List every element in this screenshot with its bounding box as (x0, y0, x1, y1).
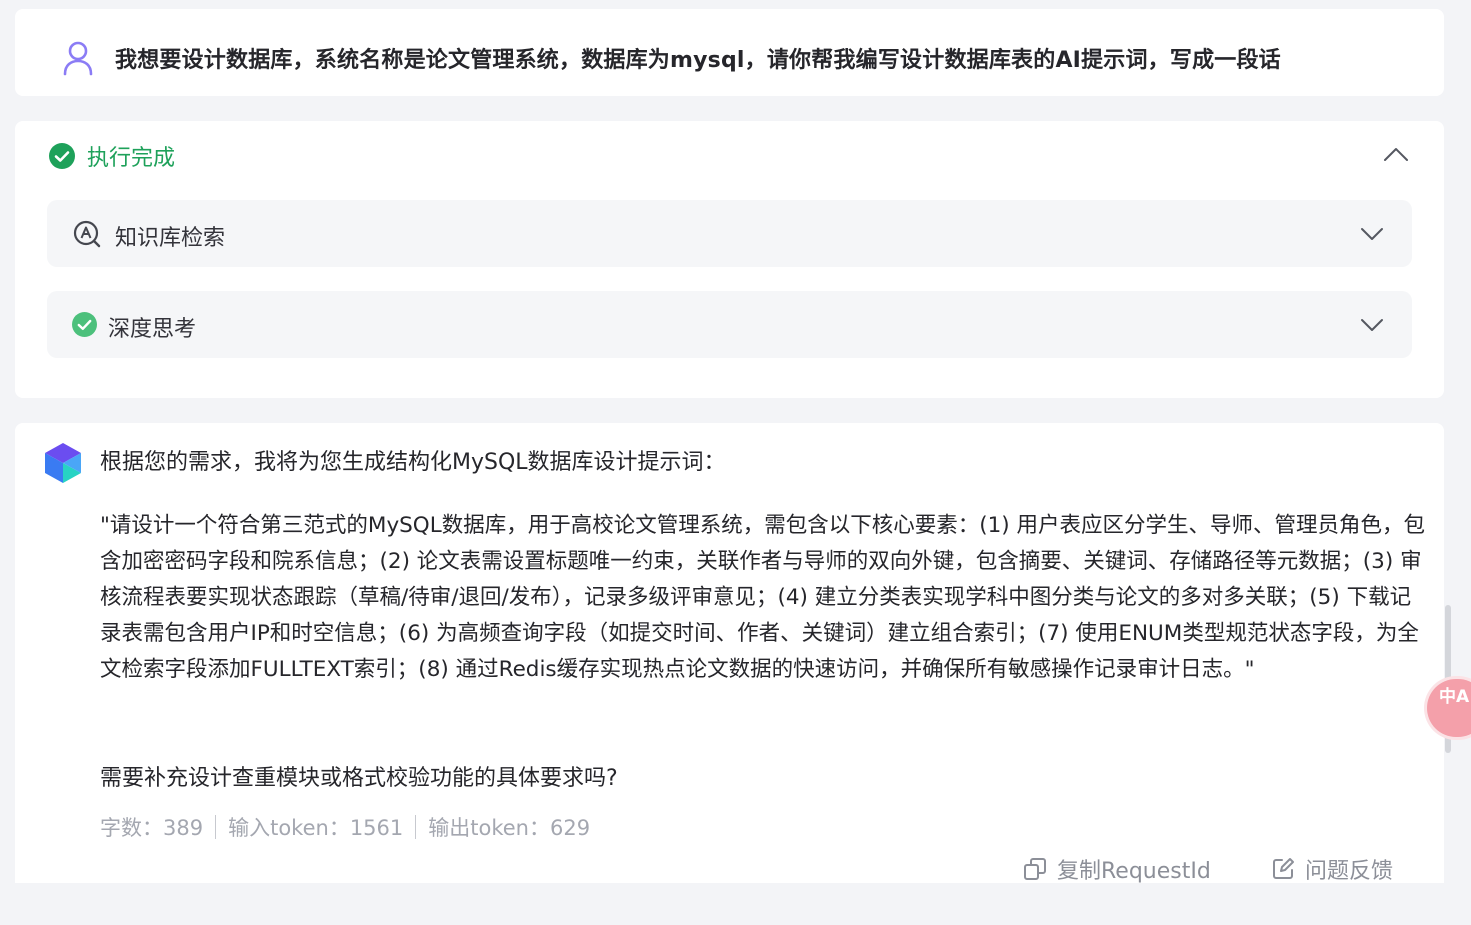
chevron-down-icon[interactable] (1359, 315, 1385, 335)
chevron-down-icon[interactable] (1359, 224, 1385, 244)
chevron-up-icon[interactable] (1382, 143, 1410, 167)
translate-icon: 中A (1439, 687, 1470, 707)
check-circle-icon (49, 143, 75, 169)
answer-card: 根据您的需求，我将为您生成结构化MySQL数据库设计提示词： "请设计一个符合第… (15, 423, 1444, 885)
copy-request-id-label: 复制RequestId (1057, 859, 1211, 884)
stat-output-tokens: 输出token：629 (428, 816, 591, 840)
answer-follow-up-question: 需要补充设计查重模块或格式校验功能的具体要求吗? (100, 766, 618, 791)
step-deep-thinking[interactable]: 深度思考 (47, 291, 1412, 358)
copy-icon (1024, 858, 1046, 880)
ai-assistant-logo-icon (45, 443, 81, 483)
user-message-text: 我想要设计数据库，系统名称是论文管理系统，数据库为mysql，请你帮我编写设计数… (115, 48, 1281, 73)
edit-icon (1273, 858, 1294, 879)
execution-card: 执行完成 知识库检索 深度思考 (15, 121, 1444, 398)
stat-divider (215, 815, 217, 839)
stat-divider (415, 815, 417, 839)
stat-char-count: 字数：389 (100, 816, 204, 840)
knowledge-search-icon (73, 220, 101, 248)
answer-prompt-text: "请设计一个符合第三范式的MySQL数据库，用于高校论文管理系统，需包含以下核心… (100, 513, 1426, 682)
execution-status: 执行完成 (49, 141, 175, 171)
copy-request-id-button[interactable]: 复制RequestId (1023, 853, 1211, 885)
step-knowledge-search[interactable]: 知识库检索 (47, 200, 1412, 267)
feedback-button[interactable]: 问题反馈 (1271, 853, 1393, 885)
answer-intro: 根据您的需求，我将为您生成结构化MySQL数据库设计提示词： (100, 450, 726, 475)
chat-page: 我想要设计数据库，系统名称是论文管理系统，数据库为mysql，请你帮我编写设计数… (0, 0, 1471, 925)
execution-status-label: 执行完成 (87, 146, 176, 171)
user-message-card: 我想要设计数据库，系统名称是论文管理系统，数据库为mysql，请你帮我编写设计数… (15, 9, 1444, 96)
stat-input-tokens: 输入token：1561 (228, 816, 404, 840)
answer-stats: 字数：389 输入token：1561 输出token：629 (100, 812, 590, 842)
step-label-knowledge-search: 知识库检索 (115, 226, 226, 251)
feedback-label: 问题反馈 (1305, 859, 1394, 884)
step-label-deep-thinking: 深度思考 (108, 317, 197, 342)
user-icon (63, 41, 93, 76)
check-circle-icon (72, 312, 97, 337)
